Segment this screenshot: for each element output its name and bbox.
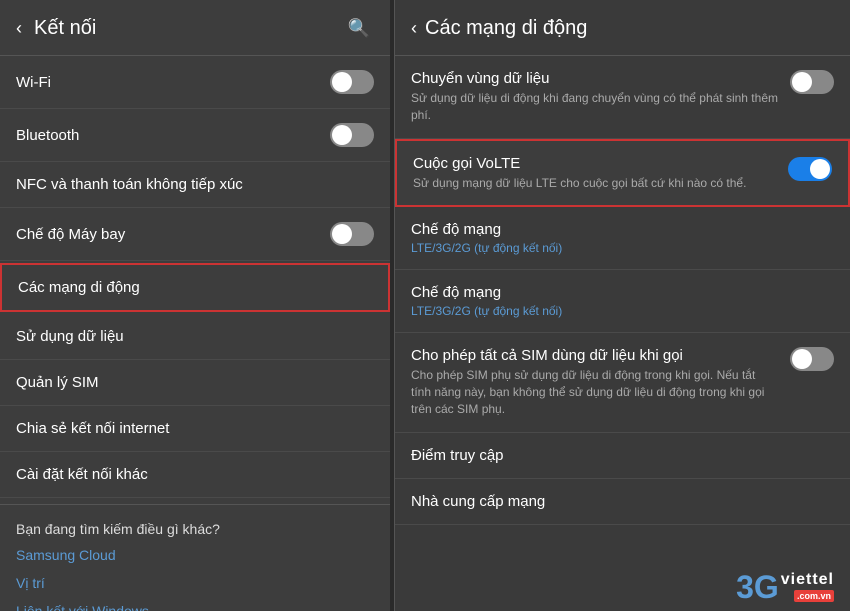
settings-item-hotspot[interactable]: Chia sẻ kết nối internet xyxy=(0,406,390,452)
brand-3g-text: 3G xyxy=(736,571,779,603)
right-settings-list: Chuyển vùng dữ liệu Sử dụng dữ liệu di đ… xyxy=(395,56,850,563)
right-item-network-mode-1[interactable]: Chế độ mạng LTE/3G/2G (tự động kết nối) xyxy=(395,207,850,270)
right-item-allow-all-sim-content: Cho phép tất cả SIM dùng dữ liệu khi gọi… xyxy=(411,347,790,417)
settings-item-data-usage[interactable]: Sử dụng dữ liệu xyxy=(0,314,390,360)
right-item-access-point-content: Điểm truy cập xyxy=(411,447,834,464)
airplane-toggle[interactable] xyxy=(330,222,374,246)
right-item-roaming[interactable]: Chuyển vùng dữ liệu Sử dụng dữ liệu di đ… xyxy=(395,56,850,139)
watermark: 3G viettel .com.vn xyxy=(395,563,850,611)
settings-item-other-label: Cài đặt kết nối khác xyxy=(16,466,148,483)
right-item-volte-content: Cuộc gọi VoLTE Sử dụng mạng dữ liệu LTE … xyxy=(413,155,788,192)
settings-item-other[interactable]: Cài đặt kết nối khác xyxy=(0,452,390,498)
right-item-network-mode-1-title: Chế độ mạng xyxy=(411,221,822,238)
settings-item-bluetooth-label: Bluetooth xyxy=(16,127,79,144)
left-panel-title: Kết nối xyxy=(34,17,96,40)
allow-all-sim-toggle[interactable] xyxy=(790,347,834,371)
settings-item-airplane[interactable]: Chế độ Máy bay xyxy=(0,208,390,261)
settings-item-airplane-label: Chế độ Máy bay xyxy=(16,226,125,243)
volte-toggle[interactable] xyxy=(788,157,832,181)
settings-item-sim-mgmt-label: Quản lý SIM xyxy=(16,374,99,391)
right-item-volte-title: Cuộc gọi VoLTE xyxy=(413,155,776,172)
right-item-network-mode-2-value: LTE/3G/2G (tự động kết nối) xyxy=(411,304,822,318)
link-location[interactable]: Vị trí xyxy=(0,569,390,597)
right-item-allow-all-sim-sub: Cho phép SIM phụ sử dụng dữ liệu di động… xyxy=(411,367,778,417)
left-settings-list: Wi-Fi Bluetooth NFC và thanh toán không … xyxy=(0,56,390,611)
right-item-network-mode-2-title: Chế độ mạng xyxy=(411,284,822,301)
right-item-network-mode-2[interactable]: Chế độ mạng LTE/3G/2G (tự động kết nối) xyxy=(395,270,850,333)
right-item-volte-sub: Sử dụng mạng dữ liệu LTE cho cuộc gọi bấ… xyxy=(413,175,776,192)
left-panel-header: ‹ Kết nối 🔍 xyxy=(0,0,390,56)
right-item-roaming-sub: Sử dụng dữ liệu di động khi đang chuyển … xyxy=(411,90,778,124)
header-left: ‹ Kết nối xyxy=(8,14,96,43)
right-item-allow-all-sim-title: Cho phép tất cả SIM dùng dữ liệu khi gọi xyxy=(411,347,778,364)
right-item-network-mode-1-value: LTE/3G/2G (tự động kết nối) xyxy=(411,241,822,255)
right-item-carrier-content: Nhà cung cấp mạng xyxy=(411,493,834,510)
right-item-volte[interactable]: Cuộc gọi VoLTE Sử dụng mạng dữ liệu LTE … xyxy=(395,139,850,208)
settings-item-nfc[interactable]: NFC và thanh toán không tiếp xúc xyxy=(0,162,390,208)
settings-item-mobile-networks[interactable]: Các mạng di động xyxy=(0,263,390,312)
back-button[interactable]: ‹ xyxy=(8,14,30,43)
divider xyxy=(0,504,390,505)
brand-logo: 3G viettel .com.vn xyxy=(736,571,834,603)
settings-item-nfc-label: NFC và thanh toán không tiếp xúc xyxy=(16,176,243,193)
right-item-access-point-title: Điểm truy cập xyxy=(411,447,822,464)
right-panel-title: Các mạng di động xyxy=(425,17,587,40)
settings-item-wifi-label: Wi-Fi xyxy=(16,74,51,91)
bluetooth-toggle[interactable] xyxy=(330,123,374,147)
link-samsung-cloud[interactable]: Samsung Cloud xyxy=(0,541,390,569)
search-icon[interactable]: 🔍 xyxy=(344,14,374,43)
link-windows[interactable]: Liên kết với Windows xyxy=(0,597,390,611)
brand-viettel-block: viettel .com.vn xyxy=(781,572,834,602)
settings-item-sim-mgmt[interactable]: Quản lý SIM xyxy=(0,360,390,406)
right-item-network-mode-2-content: Chế độ mạng LTE/3G/2G (tự động kết nối) xyxy=(411,284,834,318)
right-item-allow-all-sim[interactable]: Cho phép tất cả SIM dùng dữ liệu khi gọi… xyxy=(395,333,850,432)
wifi-toggle[interactable] xyxy=(330,70,374,94)
viettel-text: viettel xyxy=(781,572,834,588)
right-item-roaming-content: Chuyển vùng dữ liệu Sử dụng dữ liệu di đ… xyxy=(411,70,790,124)
right-item-carrier-title: Nhà cung cấp mạng xyxy=(411,493,822,510)
settings-item-wifi[interactable]: Wi-Fi xyxy=(0,56,390,109)
settings-item-bluetooth[interactable]: Bluetooth xyxy=(0,109,390,162)
settings-item-data-usage-label: Sử dụng dữ liệu xyxy=(16,328,124,345)
right-item-network-mode-1-content: Chế độ mạng LTE/3G/2G (tự động kết nối) xyxy=(411,221,834,255)
domain-badge: .com.vn xyxy=(794,590,834,602)
settings-item-hotspot-label: Chia sẻ kết nối internet xyxy=(16,420,169,437)
roaming-toggle[interactable] xyxy=(790,70,834,94)
settings-item-mobile-networks-label: Các mạng di động xyxy=(18,279,140,296)
right-panel-header: ‹ Các mạng di động xyxy=(395,0,850,56)
search-suggestion-label: Bạn đang tìm kiếm điều gì khác? xyxy=(0,511,390,541)
left-panel: ‹ Kết nối 🔍 Wi-Fi Bluetooth NFC và thanh… xyxy=(0,0,390,611)
right-item-roaming-title: Chuyển vùng dữ liệu xyxy=(411,70,778,87)
right-back-button[interactable]: ‹ xyxy=(403,14,425,43)
right-item-carrier[interactable]: Nhà cung cấp mạng xyxy=(395,479,850,525)
right-item-access-point[interactable]: Điểm truy cập xyxy=(395,433,850,479)
right-panel: ‹ Các mạng di động Chuyển vùng dữ liệu S… xyxy=(394,0,850,611)
